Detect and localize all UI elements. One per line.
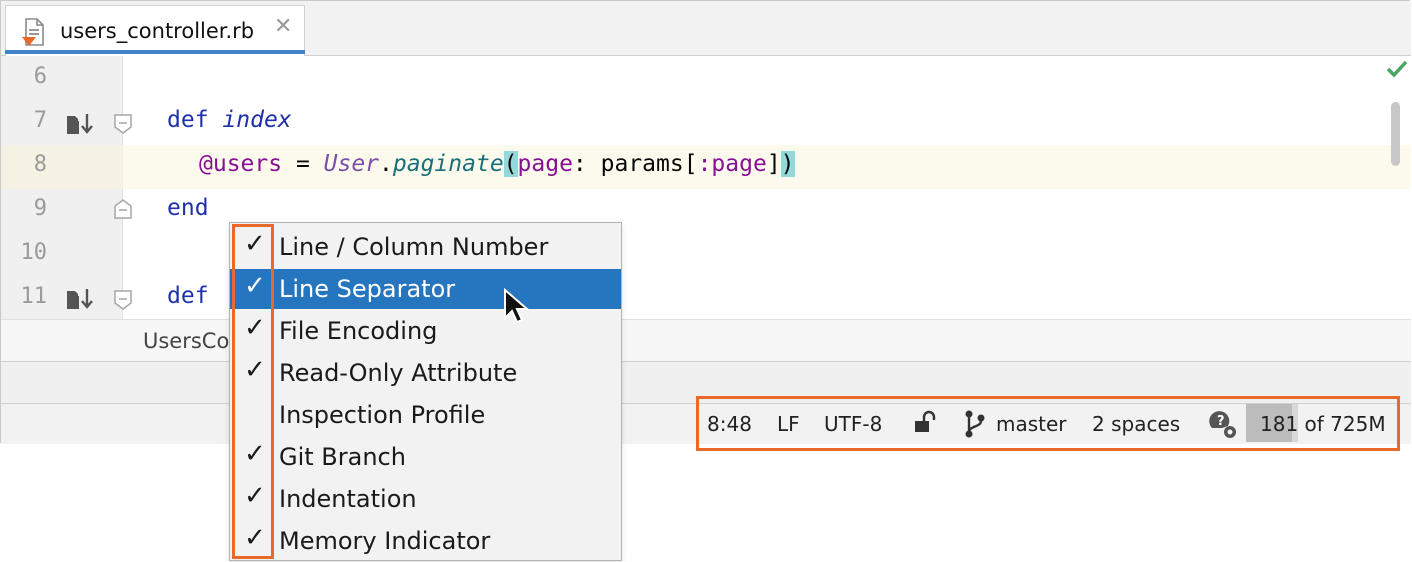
code-line: def index (167, 107, 292, 133)
checkmark-ok-icon[interactable] (1385, 59, 1409, 83)
fold-start-icon[interactable] (113, 289, 133, 315)
operator: = (282, 151, 324, 177)
params: params[ (600, 151, 698, 177)
symbol: :page (697, 151, 767, 177)
menu-item-label: Inspection Profile (279, 401, 486, 429)
close-icon[interactable]: ✕ (274, 16, 292, 38)
code-line: @users = User.paginate(page: params[:pag… (199, 151, 795, 177)
menu-item-indentation[interactable]: ✓ Indentation (230, 479, 621, 519)
mouse-cursor-icon (503, 287, 530, 330)
menu-item-label: Line / Column Number (279, 233, 549, 261)
checkmarks-highlight (232, 224, 274, 559)
class-name: User (323, 151, 380, 177)
keyword: end (167, 195, 209, 221)
status-bar-widgets-menu: ✓ Line / Column Number ✓ Line Separator … (229, 222, 622, 561)
dot: . (379, 151, 393, 177)
hash-key: page (517, 151, 573, 177)
vertical-scrollbar[interactable] (1391, 102, 1400, 166)
implemented-method-icon[interactable] (65, 287, 97, 315)
ruby-file-icon (20, 17, 48, 53)
menu-item-label: Read-Only Attribute (279, 359, 518, 387)
code-editor[interactable]: 6 7 8 9 10 11 def index @users = User.pa… (1, 56, 1411, 319)
code-line: end (167, 195, 209, 221)
line-number: 9 (33, 196, 47, 221)
tab-filename: users_controller.rb (60, 19, 255, 43)
fold-end-icon[interactable] (113, 198, 133, 224)
menu-item-inspection-profile[interactable]: Inspection Profile (230, 395, 621, 435)
fold-start-icon[interactable] (113, 113, 133, 139)
menu-item-git-branch[interactable]: ✓ Git Branch (230, 437, 621, 477)
line-number: 11 (20, 284, 48, 309)
breadcrumb-bar: UsersCo (1, 319, 1411, 361)
status-widgets-highlight (696, 396, 1400, 451)
matched-paren-open: ( (503, 151, 518, 177)
keyword: def (167, 107, 209, 133)
line-number: 7 (33, 108, 47, 133)
menu-item-memory-indicator[interactable]: ✓ Memory Indicator (230, 521, 621, 561)
menu-item-file-encoding[interactable]: ✓ File Encoding (230, 311, 621, 351)
menu-item-line-column-number[interactable]: ✓ Line / Column Number (230, 227, 621, 267)
editor-tab[interactable]: users_controller.rb ✕ (5, 5, 305, 56)
matched-paren-close: ) (780, 151, 795, 177)
menu-item-line-separator[interactable]: ✓ Line Separator (230, 269, 621, 309)
line-number: 10 (20, 240, 48, 265)
active-tab-indicator (5, 50, 305, 54)
keyword: def (167, 283, 209, 309)
menu-item-label: Memory Indicator (279, 527, 491, 555)
line-number: 8 (33, 152, 47, 177)
menu-item-label: Line Separator (279, 275, 456, 303)
breadcrumb[interactable]: UsersCo (143, 329, 229, 353)
line-number: 6 (33, 64, 47, 89)
method-name: index (222, 107, 292, 133)
menu-item-label: Git Branch (279, 443, 406, 471)
menu-item-read-only-attribute[interactable]: ✓ Read-Only Attribute (230, 353, 621, 393)
colon: : (572, 151, 601, 177)
method-call: paginate (392, 151, 504, 177)
menu-item-label: File Encoding (279, 317, 438, 345)
menu-item-label: Indentation (279, 485, 417, 513)
instance-variable: @users (199, 151, 283, 177)
code-line: def (167, 283, 209, 309)
implemented-method-icon[interactable] (65, 112, 97, 140)
ide-window: users_controller.rb ✕ 6 7 8 9 10 11 def … (0, 0, 1411, 444)
editor-tab-bar: users_controller.rb ✕ (1, 1, 1411, 56)
bracket-close: ] (766, 151, 781, 177)
